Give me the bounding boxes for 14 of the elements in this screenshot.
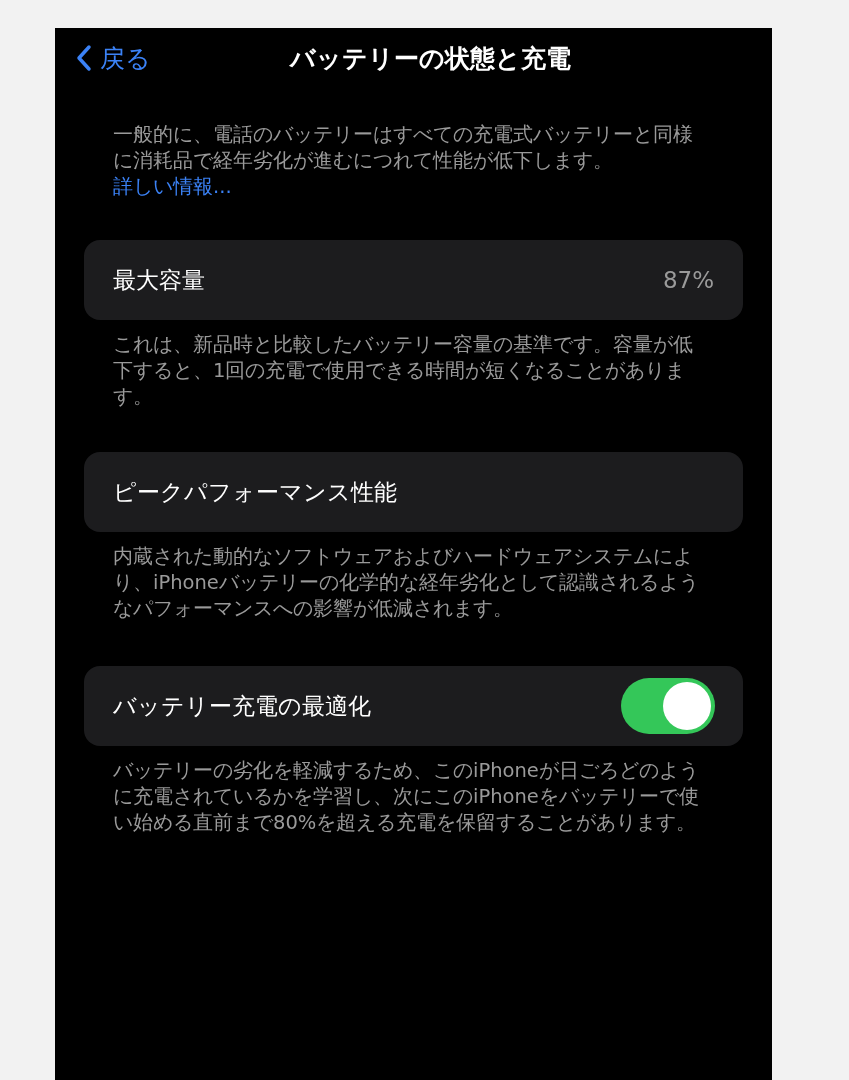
row-description: 内蔵された動的なソフトウェアおよびハードウェアシステムにより、iPhoneバッテリーの化学的な経年劣化として認識されるようなパフォーマンスへの影響が低減されます。: [113, 544, 700, 622]
back-button[interactable]: 戻る: [70, 40, 157, 76]
learn-more-link[interactable]: 詳しい情報...: [113, 174, 232, 200]
row-value: 87%: [662, 267, 714, 293]
row-label: バッテリー充電の最適化: [113, 691, 372, 721]
settings-row[interactable]: ピークパフォーマンス性能: [84, 452, 743, 532]
row-label: 最大容量: [113, 265, 206, 295]
toggle-switch[interactable]: [621, 678, 715, 734]
page-title: バッテリーの状態と充電: [288, 42, 572, 75]
row-label: ピークパフォーマンス性能: [113, 477, 398, 507]
row-description: これは、新品時と比較したバッテリー容量の基準です。容量が低下すると、1回の充電で使用できる時間が短くなることがあります。: [113, 332, 694, 410]
row-description: バッテリーの劣化を軽減するため、このiPhoneが日ごろどのように充電されているかを学習し、次にこのiPhoneをバッテリーで使い始める直前まで80%を超える充電を保留することがあります。: [113, 758, 700, 836]
intro-text: 一般的に、電話のバッテリーはすべての充電式バッテリーと同様に消耗品で経年劣化が進むにつれて性能が低下します。: [113, 122, 693, 174]
chevron-left-icon: [76, 44, 92, 72]
